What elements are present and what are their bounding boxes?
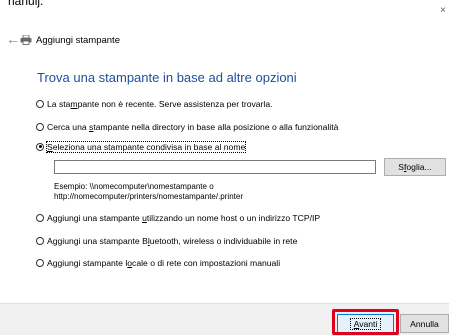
radio-button[interactable]	[36, 258, 44, 267]
radio-label: Aggiungi una stampante Bluetooth, wirele…	[47, 235, 298, 246]
cancel-button[interactable]: Annulla	[400, 314, 449, 333]
radio-label: La stampante non è recente. Serve assist…	[47, 98, 273, 109]
radio-button[interactable]	[36, 122, 44, 131]
radio-button[interactable]	[36, 213, 44, 222]
radio-option-local-manual[interactable]: Aggiungi stampante locale o di rete con …	[36, 256, 280, 269]
page-heading: Trova una stampante in base ad altre opz…	[37, 70, 297, 85]
radio-option-bluetooth-wireless[interactable]: Aggiungi una stampante Bluetooth, wirele…	[36, 234, 297, 247]
radio-label: Aggiungi una stampante utilizzando un no…	[47, 212, 321, 223]
radio-option-directory-search[interactable]: Cerca una stampante nella directory in b…	[36, 120, 338, 133]
radio-label: Seleziona una stampante condivisa in bas…	[45, 140, 247, 153]
radio-label: Aggiungi stampante locale o di rete con …	[47, 257, 281, 268]
radio-option-shared-by-name[interactable]: Seleziona una stampante condivisa in bas…	[36, 140, 247, 153]
example-line-1: Esempio: \\nomecomputer\nomestampante o	[54, 182, 214, 191]
highlight-annotation-box	[332, 309, 399, 335]
title-bar: nanuij. ×	[0, 0, 449, 18]
printer-icon	[20, 35, 32, 45]
example-text: Esempio: \\nomecomputer\nomestampante o …	[54, 182, 243, 202]
radio-option-tcp-ip[interactable]: Aggiungi una stampante utilizzando un no…	[36, 211, 320, 224]
browse-button[interactable]: Sf oglia...	[384, 158, 446, 176]
radio-button-selected[interactable]	[36, 142, 44, 151]
printer-name-input[interactable]	[54, 160, 376, 174]
wizard-title: Aggiungi stampante	[36, 35, 120, 46]
radio-label: Cerca una stampante nella directory in b…	[47, 121, 339, 132]
cut-title-text: nanuij.	[8, 0, 44, 8]
radio-option-not-listed[interactable]: La stampante non è recente. Serve assist…	[36, 97, 273, 110]
example-line-2: http://nomecomputer/printers/nomestampan…	[54, 192, 243, 201]
radio-button[interactable]	[36, 236, 44, 245]
radio-button[interactable]	[36, 99, 44, 108]
close-icon[interactable]: ×	[440, 6, 446, 16]
back-arrow-icon[interactable]: ←	[6, 32, 20, 46]
